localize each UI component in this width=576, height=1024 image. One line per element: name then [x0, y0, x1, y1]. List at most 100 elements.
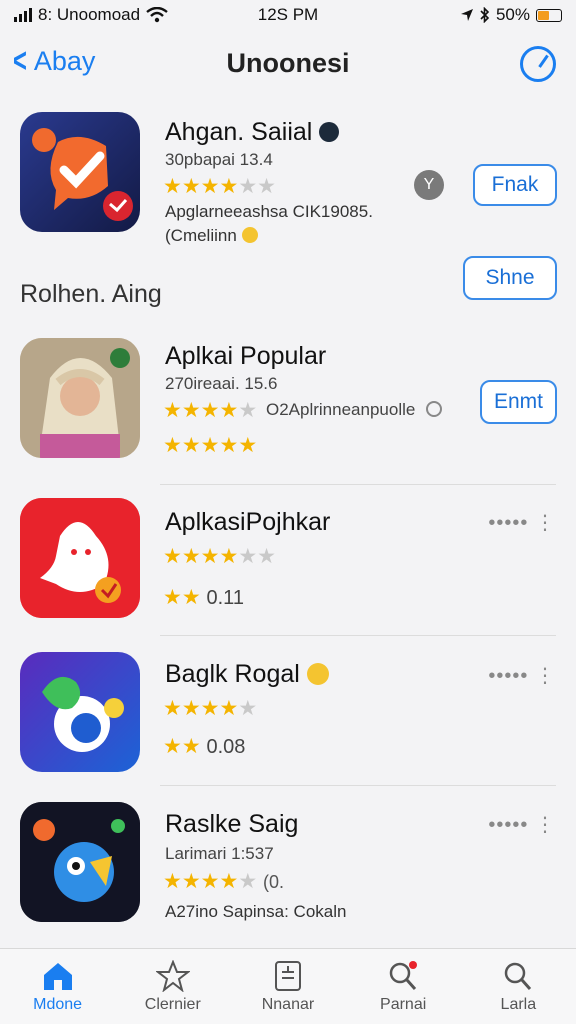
- tab-label: Mdone: [33, 995, 83, 1013]
- app-icon-aplkai-popular[interactable]: [20, 338, 140, 458]
- app-title-text: Baglk Rogal: [165, 660, 300, 688]
- featured-app-note: (Cmeliinn: [165, 226, 258, 246]
- page-title: Unoonesi: [226, 48, 350, 78]
- signal-icon: [14, 8, 32, 22]
- app-icon-baglk-rogal[interactable]: [20, 652, 140, 772]
- tab-list[interactable]: Nnanar: [233, 960, 343, 1014]
- star-filled-icon: ★: [163, 697, 182, 720]
- featured-app-subtitle: 30pbapai 13.4: [165, 150, 273, 169]
- star-filled-icon: ★: [200, 545, 220, 568]
- battery-percent: 50%: [495, 5, 530, 24]
- star-filled-icon: ★: [219, 434, 239, 457]
- timer-icon[interactable]: [520, 46, 556, 82]
- tab-search-1[interactable]: Parnai: [348, 960, 458, 1014]
- featured-note-text: (Cmeliinn: [165, 226, 237, 245]
- star-filled-icon: ★: [181, 545, 201, 568]
- star-filled-icon: ★: [219, 175, 239, 198]
- more-options-icon[interactable]: ••••• ⋮: [488, 663, 556, 688]
- star-filled-icon: ★: [200, 870, 220, 893]
- secondary-star-group: ★★: [163, 586, 207, 609]
- search-icon: [389, 960, 418, 990]
- info-icon: [426, 401, 442, 417]
- divider: [160, 484, 556, 485]
- app-rating-stars: ★★★★★ (0.: [163, 869, 284, 894]
- app-description: A27ino Sapinsa: Cokaln: [165, 902, 347, 921]
- star-filled-icon: ★: [181, 870, 201, 893]
- section-action-button[interactable]: Shne: [463, 256, 557, 300]
- featured-action-button[interactable]: Fnak: [473, 164, 557, 206]
- star-filled-icon: ★: [163, 434, 182, 457]
- app-secondary-stars: ★★ 0.11: [163, 585, 244, 610]
- status-left: 8: Unoomoad: [14, 5, 168, 25]
- star-filled-icon: ★: [181, 434, 201, 457]
- tab-home[interactable]: Mdone: [3, 960, 113, 1014]
- app-rating-note: (0.: [262, 872, 284, 892]
- star-filled-icon: ★: [163, 870, 182, 893]
- star-empty-icon: ★: [238, 697, 258, 720]
- app-rating-stars: ★★★★★: [163, 696, 257, 721]
- featured-title-text: Ahgan. Saiial: [165, 118, 313, 146]
- app-icon-raslke-saig[interactable]: [20, 802, 140, 922]
- app-rating-stars: ★★★★★: [163, 398, 257, 423]
- app-title: AplkasiPojhkar: [165, 508, 331, 536]
- verified-badge-icon: [319, 122, 340, 142]
- tab-label: Nnanar: [261, 995, 315, 1013]
- star-filled-icon: ★: [163, 399, 182, 422]
- tab-search-2[interactable]: Larla: [463, 960, 573, 1014]
- app-rating-value: 0.08: [206, 736, 246, 758]
- status-right: 50%: [460, 5, 562, 25]
- featured-app-icon[interactable]: [20, 112, 140, 232]
- battery-level: [538, 10, 549, 20]
- tab-label: Larla: [500, 995, 537, 1013]
- star-empty-icon: ★: [238, 175, 258, 198]
- rating-star-group: ★★★★★: [163, 870, 263, 893]
- star-filled-icon: ★: [238, 434, 258, 457]
- secondary-star-group: ★★: [163, 735, 207, 758]
- share-icon[interactable]: Y: [414, 170, 444, 200]
- star-filled-icon: ★: [219, 697, 239, 720]
- tab-favorites[interactable]: Clernier: [118, 959, 228, 1014]
- star-filled-icon: ★: [219, 870, 239, 893]
- tab-label: Clernier: [144, 995, 201, 1013]
- divider: [160, 635, 556, 636]
- star-filled-icon: ★: [200, 175, 220, 198]
- star-filled-icon: ★: [181, 735, 201, 758]
- app-rating-stars: ★★★★★★: [163, 544, 276, 569]
- tab-label: Parnai: [380, 995, 427, 1013]
- star-filled-icon: ★: [200, 399, 220, 422]
- emoji-icon: [241, 227, 258, 243]
- app-secondary-stars: ★★ 0.08: [163, 734, 245, 759]
- star-filled-icon: ★: [163, 175, 182, 198]
- app-title: Baglk Rogal: [165, 660, 329, 689]
- search-icon: [505, 962, 532, 990]
- featured-app-title: Ahgan. Saiial: [165, 118, 340, 147]
- more-options-icon[interactable]: ••••• ⋮: [488, 510, 556, 535]
- emoji-icon: [306, 663, 329, 685]
- divider: [160, 785, 556, 786]
- star-filled-icon: ★: [163, 586, 182, 609]
- featured-app-description: Apglarneeashsa CIK19085.: [165, 202, 373, 221]
- app-subtitle: 270ireaai. 15.6: [165, 374, 278, 393]
- home-icon: [43, 962, 72, 990]
- tab-bar: Mdone Clernier Nnanar Parnai Larla: [0, 948, 576, 1024]
- star-filled-icon: ★: [181, 175, 201, 198]
- star-filled-icon: ★: [163, 545, 182, 568]
- app-icon-aplkasi-pojhkar[interactable]: [20, 498, 140, 618]
- star-filled-icon: ★: [181, 697, 201, 720]
- star-filled-icon: ★: [163, 735, 182, 758]
- star-filled-icon: ★: [181, 586, 201, 609]
- list-icon: [274, 960, 301, 991]
- app-action-button[interactable]: Enmt: [480, 380, 557, 424]
- app-rating-note: O2Aplrinneanpuolle: [266, 400, 416, 419]
- star-filled-icon: ★: [219, 545, 239, 568]
- app-title: Aplkai Popular: [165, 342, 327, 370]
- more-options-icon[interactable]: ••••• ⋮: [488, 812, 556, 837]
- section-title: Rolhen. Aing: [20, 280, 162, 308]
- star-filled-icon: ★: [200, 434, 220, 457]
- star-empty-icon: ★: [238, 870, 258, 893]
- location-arrow-icon: [460, 9, 473, 21]
- star-icon: [155, 959, 190, 992]
- star-filled-icon: ★: [200, 697, 220, 720]
- app-rating-value: 0.11: [206, 587, 244, 609]
- star-empty-icon: ★: [238, 399, 258, 422]
